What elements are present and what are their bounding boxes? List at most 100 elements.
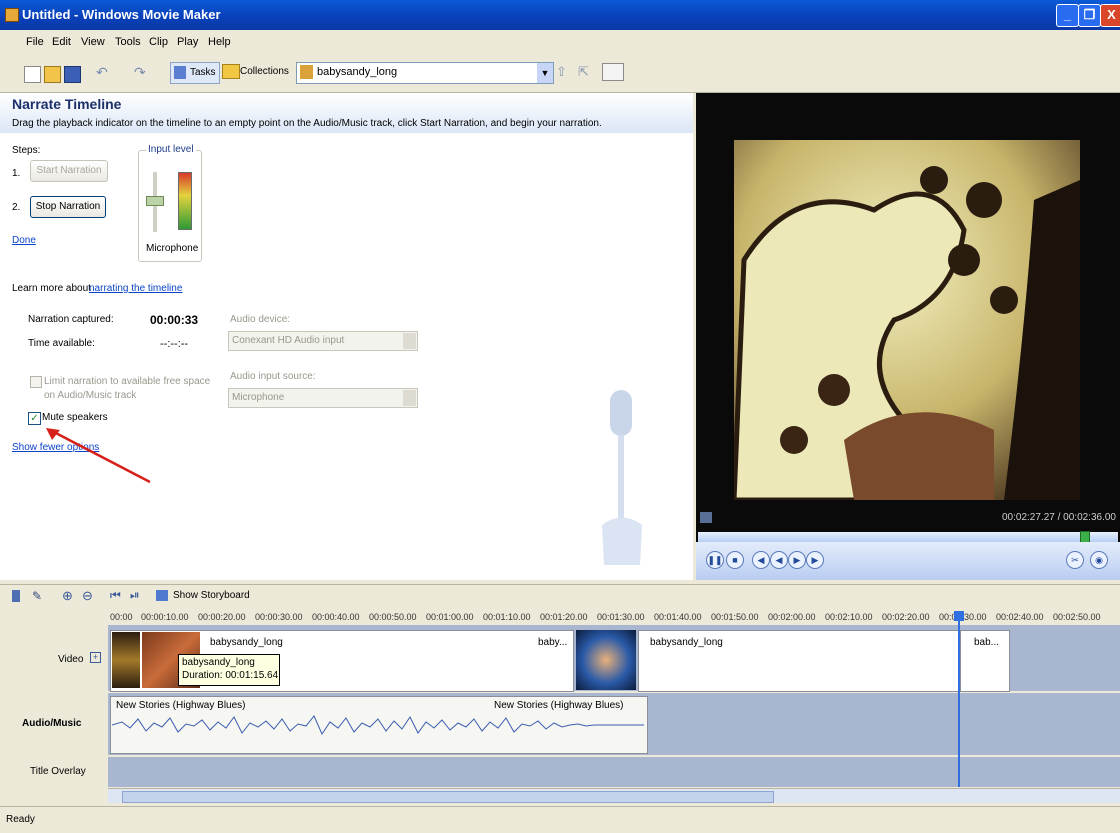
audio-source-label: Audio input source: — [230, 371, 316, 382]
app-icon — [5, 8, 19, 22]
learn-more-text: Learn more about — [12, 283, 91, 294]
maximize-button[interactable]: ❐ — [1078, 4, 1101, 27]
page-title: Narrate Timeline — [12, 96, 122, 112]
audio-device-value: Conexant HD Audio input — [232, 335, 345, 346]
input-level-label: Input level — [146, 144, 196, 155]
status-bar: Ready — [0, 806, 1120, 833]
ruler-tick: 00:00:30.00 — [255, 612, 303, 622]
save-icon[interactable] — [64, 66, 81, 83]
rewind-timeline-icon[interactable]: ⏮ — [110, 588, 121, 603]
red-arrow-annotation — [46, 428, 151, 484]
ruler-tick: 00:00:10.00 — [141, 612, 189, 622]
collection-dropdown[interactable]: babysandy_long ▼ — [296, 62, 554, 84]
window-title: Untitled - Windows Movie Maker — [22, 7, 221, 22]
clip-label: babysandy_long — [210, 637, 283, 648]
ruler-tick: 00:02:10.00 — [825, 612, 873, 622]
ruler-tick: 00:00 — [110, 612, 133, 622]
playback-indicator[interactable] — [958, 611, 960, 787]
clip-label-truncated: baby... — [538, 637, 568, 648]
step-2-number: 2. — [12, 202, 21, 213]
fullscreen-icon[interactable] — [700, 512, 712, 523]
timeline-scrollbar[interactable] — [108, 788, 1120, 803]
tooltip-duration: Duration: 00:01:15.64 — [182, 670, 279, 681]
zoom-out-icon[interactable]: ⊖ — [82, 588, 93, 604]
menu-view[interactable]: View — [81, 36, 105, 48]
ruler-tick: 00:02:00.00 — [768, 612, 816, 622]
play-timeline-icon[interactable]: ⏯ — [130, 588, 140, 603]
new-project-icon[interactable] — [24, 66, 41, 83]
storyboard-icon — [156, 590, 168, 601]
scrollbar-thumb[interactable] — [122, 791, 774, 803]
narration-captured-label: Narration captured: — [28, 314, 114, 325]
close-button[interactable]: X — [1100, 4, 1120, 27]
step-1-number: 1. — [12, 168, 21, 179]
narrate-icon[interactable]: ✎ — [32, 589, 42, 603]
split-clip-icon[interactable]: ✂ — [1066, 551, 1084, 569]
undo-icon[interactable]: ↶ — [96, 64, 108, 81]
chevron-down-icon — [403, 333, 416, 349]
menu-edit[interactable]: Edit — [52, 36, 71, 48]
collection-folder-icon — [300, 65, 313, 79]
tasks-label: Tasks — [190, 67, 216, 78]
learn-more-link[interactable]: narrating the timeline — [89, 283, 182, 294]
tasks-button[interactable]: Tasks — [170, 62, 220, 84]
done-link[interactable]: Done — [12, 235, 36, 246]
stop-narration-button[interactable]: Stop Narration — [30, 196, 106, 218]
ruler-tick: 00:00:40.00 — [312, 612, 360, 622]
menu-play[interactable]: Play — [177, 36, 198, 48]
new-collection-icon[interactable]: ⇱ — [578, 64, 589, 80]
audio-device-dropdown[interactable]: Conexant HD Audio input — [228, 331, 418, 351]
seek-bar[interactable] — [698, 532, 1118, 542]
tasks-icon — [174, 66, 186, 79]
ruler-tick: 00:01:30.00 — [597, 612, 645, 622]
zoom-in-icon[interactable]: ⊕ — [62, 588, 73, 604]
next-frame-icon[interactable]: ▶ — [806, 551, 824, 569]
collections-button[interactable]: Collections — [240, 66, 289, 77]
views-icon[interactable] — [602, 63, 624, 81]
ruler-tick: 00:02:20.00 — [882, 612, 930, 622]
menu-tools[interactable]: Tools — [115, 36, 141, 48]
show-storyboard-button[interactable]: Show Storyboard — [173, 590, 250, 601]
rewind-icon[interactable]: ◀ — [770, 551, 788, 569]
minimize-button[interactable]: _ — [1056, 4, 1079, 27]
title-overlay-track[interactable] — [108, 757, 1120, 787]
menu-clip[interactable]: Clip — [149, 36, 168, 48]
tooltip-clip-name: babysandy_long — [182, 657, 255, 668]
expand-track-icon[interactable]: + — [90, 652, 101, 663]
collections-icon[interactable] — [222, 64, 240, 79]
previous-frame-icon[interactable]: ◀ — [752, 551, 770, 569]
menu-help[interactable]: Help — [208, 36, 231, 48]
limit-narration-label-1: Limit narration to available free space — [44, 376, 211, 387]
chevron-down-icon — [403, 390, 416, 406]
chevron-down-icon[interactable]: ▼ — [537, 63, 553, 83]
start-narration-button[interactable]: Start Narration — [30, 160, 108, 182]
pause-icon[interactable]: ❚❚ — [706, 551, 724, 569]
playhead-handle[interactable] — [954, 611, 964, 621]
redo-icon[interactable]: ↷ — [134, 64, 146, 81]
audio-source-dropdown[interactable]: Microphone — [228, 388, 418, 408]
limit-narration-checkbox[interactable] — [30, 376, 42, 388]
clip-thumbnail[interactable] — [576, 630, 636, 690]
menu-bar — [0, 31, 1120, 53]
timeline-toolbar — [0, 584, 1120, 611]
ruler-tick: 00:00:20.00 — [198, 612, 246, 622]
take-picture-icon[interactable]: ◉ — [1090, 551, 1108, 569]
ruler-tick: 00:01:50.00 — [711, 612, 759, 622]
stop-icon[interactable]: ■ — [726, 551, 744, 569]
microphone-label: Microphone — [146, 243, 199, 254]
input-level-meter — [178, 172, 192, 230]
up-one-level-icon[interactable]: ⇧ — [556, 64, 567, 80]
clip-tooltip: babysandy_long Duration: 00:01:15.64 — [178, 654, 280, 686]
narration-captured-value: 00:00:33 — [150, 313, 199, 327]
audio-waveform — [112, 715, 644, 736]
open-project-icon[interactable] — [44, 66, 61, 83]
preview-time-readout: 00:02:27.27 / 00:02:36.00 — [1002, 512, 1116, 523]
ruler-tick: 00:02:50.00 — [1053, 612, 1101, 622]
menu-file[interactable]: File — [26, 36, 44, 48]
set-audio-levels-icon[interactable] — [12, 590, 20, 602]
clip-label: babysandy_long — [650, 637, 723, 648]
forward-icon[interactable]: ▶ — [788, 551, 806, 569]
ruler-tick: 00:01:20.00 — [540, 612, 588, 622]
collection-dropdown-value: babysandy_long — [317, 66, 398, 78]
input-level-slider-handle[interactable] — [146, 196, 164, 206]
